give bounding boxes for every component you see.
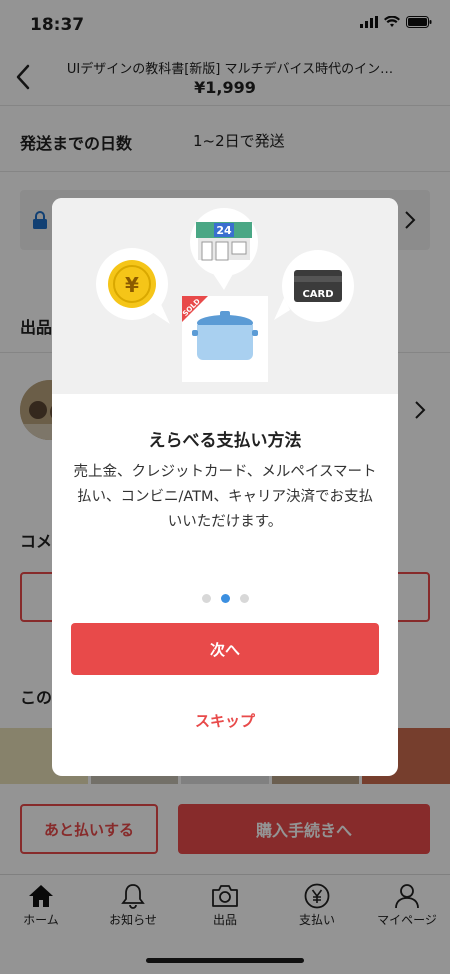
payment-illustration: ¥ 24 CARD SOLD <box>52 198 398 394</box>
page-indicator <box>52 594 398 603</box>
page-dot[interactable] <box>201 594 211 603</box>
store-number: 24 <box>216 224 232 237</box>
next-button[interactable]: 次へ <box>71 623 379 675</box>
page-dot[interactable] <box>239 594 249 603</box>
skip-button[interactable]: スキップ <box>52 710 398 731</box>
convenience-store-icon: 24 <box>190 208 258 290</box>
coin-symbol: ¥ <box>125 273 139 297</box>
home-indicator <box>146 958 304 963</box>
sold-item-icon: SOLD <box>181 296 268 382</box>
credit-card-icon: CARD <box>274 250 354 322</box>
payment-methods-modal: ¥ 24 CARD SOLD えらべる支払い方法 売上金、クレジットカード、メル… <box>52 198 398 776</box>
card-text: CARD <box>302 289 333 300</box>
modal-description: 売上金、クレジットカード、メルペイスマート払い、コンビニ/ATM、キャリア決済で… <box>73 464 377 530</box>
coin-icon: ¥ <box>96 248 170 324</box>
page-dot-active[interactable] <box>220 594 230 603</box>
modal-title: えらべる支払い方法 <box>148 431 302 451</box>
